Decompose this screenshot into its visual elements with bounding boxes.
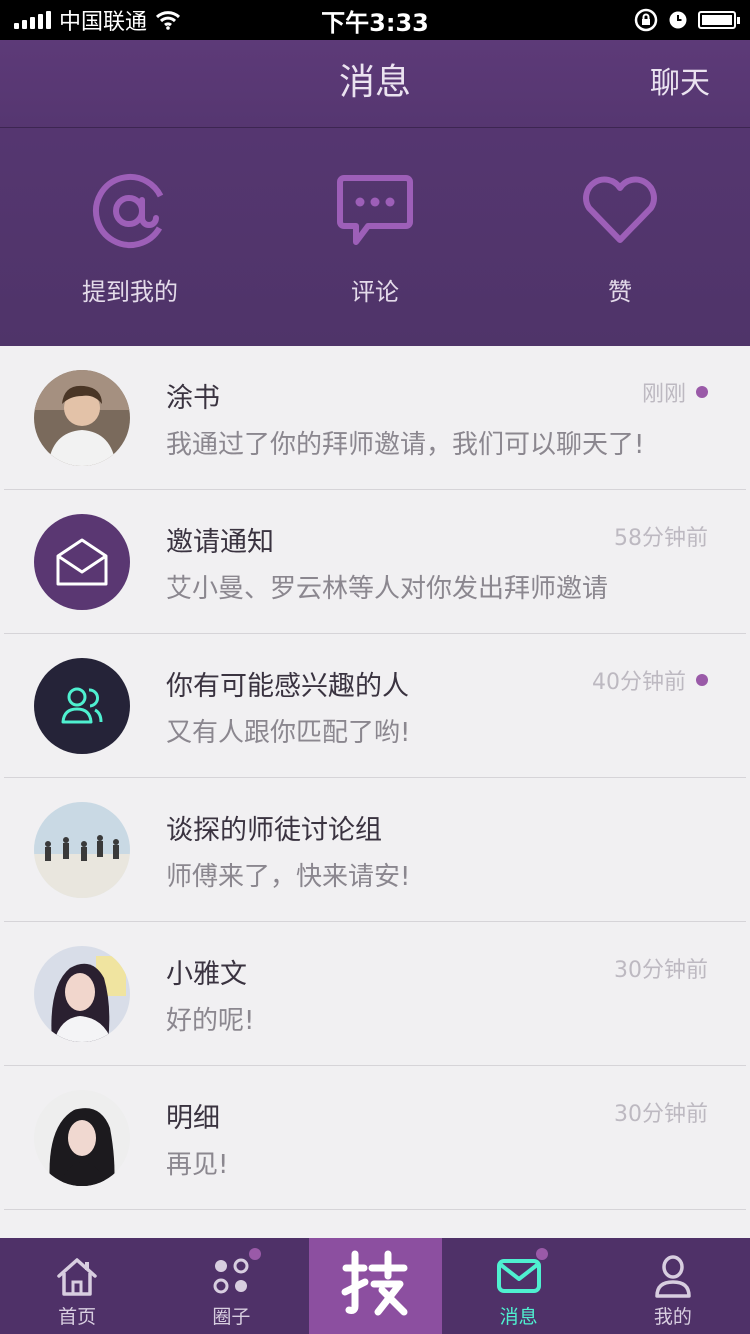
- message-row[interactable]: 谈探的师徒讨论组 师傅来了，快来请安!: [4, 778, 746, 922]
- message-time: 30分钟前: [614, 1102, 708, 1127]
- status-bar: 中国联通 下午3:33: [0, 0, 750, 40]
- envelope-icon: [56, 538, 108, 586]
- message-time: 刚刚: [641, 382, 686, 407]
- rotation-lock-icon: [634, 8, 658, 32]
- tab-badge: [248, 1248, 261, 1260]
- at-icon: [93, 174, 167, 248]
- comment-icon: [337, 175, 413, 245]
- quick-action-label: 赞: [608, 278, 632, 306]
- tab-label: 首页: [58, 1306, 97, 1328]
- status-left: 中国联通: [14, 4, 255, 36]
- avatar-photo: [34, 370, 130, 466]
- alarm-icon: [669, 11, 687, 29]
- tab-bar: 首页 圈子 消息 我的: [0, 1238, 750, 1334]
- avatar-photo: [34, 1090, 130, 1186]
- message-time: 58分钟前: [614, 526, 708, 551]
- avatar-invite: [34, 514, 130, 610]
- unread-dot: [696, 386, 708, 398]
- message-sender: 涂书: [166, 383, 220, 414]
- ji-logo-icon: [341, 1250, 408, 1316]
- message-time: 30分钟前: [614, 958, 708, 983]
- tab-badge: [535, 1248, 548, 1260]
- nav-bar: 消息 聊天: [0, 40, 750, 128]
- quick-action-label: 评论: [351, 278, 399, 306]
- avatar-photo: [34, 946, 130, 1042]
- quick-action-label: 提到我的: [82, 278, 178, 306]
- chat-button[interactable]: 聊天: [650, 40, 710, 128]
- tab-circles[interactable]: 圈子: [154, 1238, 308, 1334]
- message-sender: 谈探的师徒讨论组: [166, 815, 382, 846]
- wifi-icon: [155, 11, 181, 30]
- tab-label: 我的: [653, 1306, 692, 1328]
- message-preview: 我通过了你的拜师邀请，我们可以聊天了!: [166, 430, 645, 460]
- quick-action-comments[interactable]: 评论: [275, 128, 475, 345]
- avatar-suggestions: [34, 658, 130, 754]
- tab-profile[interactable]: 我的: [596, 1238, 750, 1334]
- message-row[interactable]: 小雅文 好的呢! 30分钟前: [4, 922, 746, 1066]
- message-sender: 邀请通知: [166, 527, 274, 558]
- message-sender: 你有可能感兴趣的人: [166, 671, 409, 702]
- mail-icon: [496, 1259, 541, 1293]
- tab-messages[interactable]: 消息: [442, 1238, 596, 1334]
- message-sender: 明细: [166, 1103, 220, 1134]
- quick-actions: 提到我的 评论 赞: [0, 128, 750, 345]
- tab-label: 圈子: [212, 1306, 251, 1328]
- profile-icon: [655, 1255, 691, 1298]
- carrier-label: 中国联通: [59, 10, 148, 35]
- circles-icon: [213, 1258, 249, 1294]
- message-row[interactable]: 明细 再见! 30分钟前: [4, 1066, 746, 1210]
- message-preview: 再见!: [166, 1150, 229, 1180]
- message-row[interactable]: 邀请通知 艾小曼、罗云林等人对你发出拜师邀请 58分钟前: [4, 490, 746, 634]
- heart-icon: [583, 176, 657, 243]
- signal-icon: [14, 11, 51, 29]
- status-right: [495, 8, 741, 32]
- message-preview: 又有人跟你匹配了哟!: [166, 718, 411, 748]
- quick-action-mentions[interactable]: 提到我的: [30, 128, 230, 345]
- header: 消息 聊天 提到我的 评论 赞: [0, 40, 750, 346]
- avatar-group: [34, 802, 130, 898]
- quick-action-likes[interactable]: 赞: [520, 128, 720, 345]
- message-preview: 师傅来了，快来请安!: [166, 862, 411, 892]
- unread-dot: [696, 674, 708, 686]
- tab-center-logo[interactable]: [308, 1238, 442, 1334]
- home-icon: [57, 1258, 97, 1296]
- people-icon: [61, 687, 103, 724]
- message-preview: 艾小曼、罗云林等人对你发出拜师邀请: [166, 574, 609, 604]
- message-sender: 小雅文: [166, 959, 247, 990]
- page-title: 消息: [338, 62, 411, 103]
- message-preview: 好的呢!: [166, 1006, 255, 1036]
- battery-icon: [698, 11, 741, 29]
- tab-home[interactable]: 首页: [0, 1238, 154, 1334]
- status-time: 下午3:33: [321, 8, 429, 37]
- message-time: 40分钟前: [592, 670, 686, 695]
- tab-label: 消息: [499, 1306, 538, 1328]
- message-row[interactable]: 你有可能感兴趣的人 又有人跟你匹配了哟! 40分钟前: [4, 634, 746, 778]
- message-list: 涂书 我通过了你的拜师邀请，我们可以聊天了! 刚刚 邀请通知 艾小曼、罗云林等人…: [4, 346, 746, 1238]
- message-row[interactable]: 涂书 我通过了你的拜师邀请，我们可以聊天了! 刚刚: [4, 346, 746, 490]
